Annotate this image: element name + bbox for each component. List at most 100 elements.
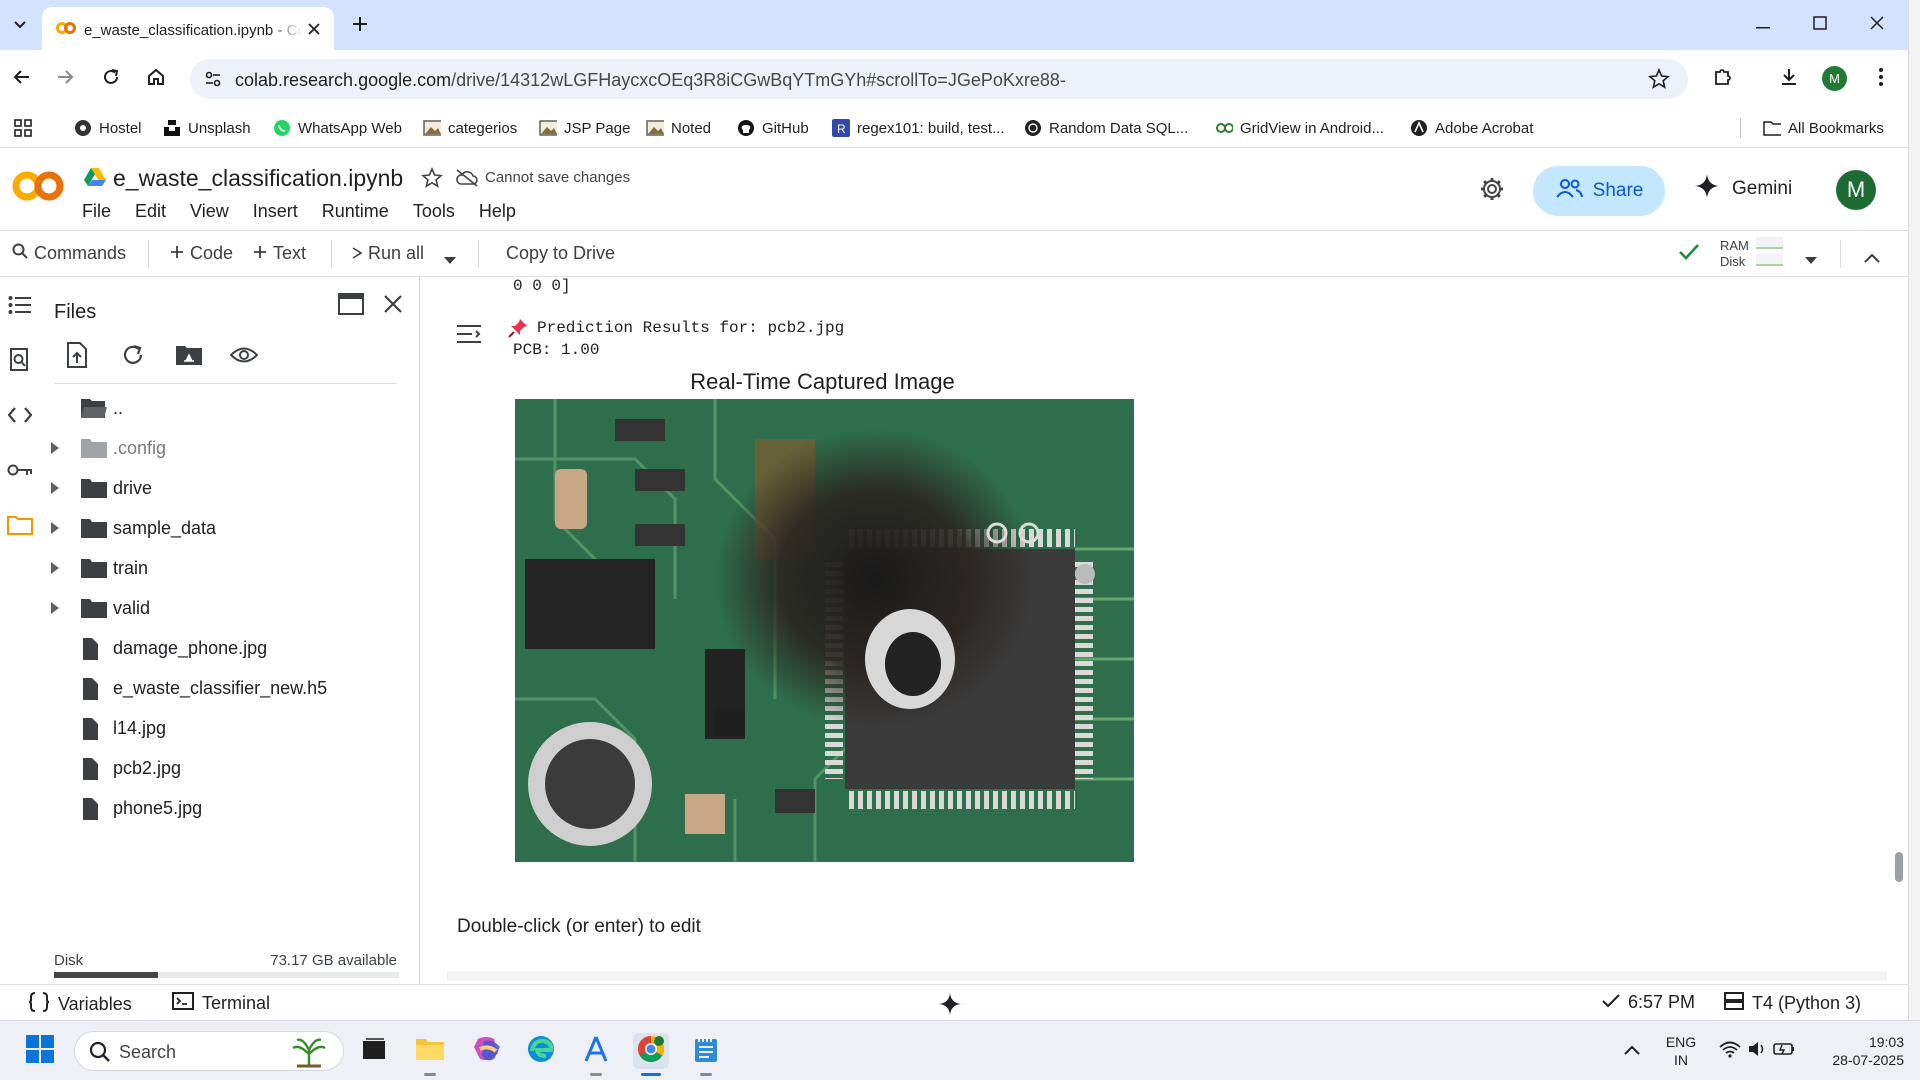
- file-tree-row[interactable]: phone5.jpg: [40, 788, 420, 828]
- output-actions-icon[interactable]: [455, 322, 483, 351]
- browser-tab-active[interactable]: e_waste_classification.ipynb - Colab: [42, 7, 334, 50]
- tray-overflow-button[interactable]: [1614, 1033, 1650, 1069]
- file-tree-row[interactable]: drive: [40, 468, 420, 508]
- last-execution-status[interactable]: 6:57 PM: [1602, 992, 1695, 1013]
- browser-menu-button[interactable]: [1866, 64, 1896, 94]
- site-info-icon[interactable]: [204, 70, 222, 93]
- all-bookmarks-button[interactable]: All Bookmarks: [1763, 116, 1884, 140]
- extensions-button[interactable]: [1708, 64, 1738, 94]
- expand-arrow-icon[interactable]: [50, 601, 60, 619]
- downloads-button[interactable]: [1774, 64, 1804, 94]
- file-tree-row[interactable]: ..: [40, 388, 420, 428]
- find-replace-button[interactable]: [5, 347, 35, 377]
- share-button[interactable]: Share: [1533, 166, 1665, 216]
- notebook-area[interactable]: 0 0 0] Prediction Results for: pcb2.jpg …: [421, 277, 1908, 984]
- save-status-text[interactable]: Cannot save changes: [485, 169, 630, 186]
- add-code-button[interactable]: Code: [170, 243, 233, 264]
- run-all-button[interactable]: Run all: [352, 243, 424, 264]
- resources-dropdown[interactable]: [1805, 249, 1817, 270]
- input-language[interactable]: ENG IN: [1660, 1033, 1702, 1069]
- bookmark-whatsapp[interactable]: WhatsApp Web: [273, 116, 402, 140]
- add-text-button[interactable]: Text: [253, 243, 306, 264]
- menu-file[interactable]: File: [70, 201, 123, 222]
- gemini-status-button[interactable]: [938, 992, 962, 1021]
- taskbar-search-box[interactable]: Search: [74, 1031, 344, 1071]
- menu-help[interactable]: Help: [467, 201, 528, 222]
- bookmark-github[interactable]: GitHub: [737, 116, 809, 140]
- resource-monitor[interactable]: RAM Disk: [1720, 238, 1749, 270]
- expand-arrow-icon[interactable]: [50, 441, 60, 459]
- run-all-dropdown[interactable]: [444, 249, 456, 270]
- copy-to-drive-button[interactable]: Copy to Drive: [506, 243, 615, 264]
- app-store-button[interactable]: [578, 1033, 614, 1069]
- menu-insert[interactable]: Insert: [241, 201, 310, 222]
- collapse-header-button[interactable]: [1864, 247, 1880, 268]
- close-window-button[interactable]: [1857, 10, 1897, 40]
- file-tree-row[interactable]: sample_data: [40, 508, 420, 548]
- start-button[interactable]: [22, 1033, 58, 1069]
- chrome-taskbar-button[interactable]: [633, 1033, 669, 1069]
- commands-button[interactable]: Commands: [12, 243, 126, 264]
- show-hidden-files-button[interactable]: [229, 342, 259, 372]
- expand-arrow-icon[interactable]: [50, 561, 60, 579]
- address-bar[interactable]: colab.research.google.com/drive/14312wLG…: [190, 59, 1688, 99]
- close-tab-icon[interactable]: [304, 19, 324, 39]
- forward-button[interactable]: [48, 62, 82, 96]
- browser-profile-avatar[interactable]: M: [1822, 66, 1847, 91]
- bookmark-noted[interactable]: Noted: [646, 116, 711, 140]
- back-button[interactable]: [5, 62, 39, 96]
- file-tree-row[interactable]: pcb2.jpg: [40, 748, 420, 788]
- gemini-button[interactable]: Gemini: [1694, 173, 1792, 205]
- mount-drive-button[interactable]: [174, 342, 204, 372]
- user-avatar[interactable]: M: [1836, 170, 1876, 210]
- terminal-button[interactable]: Terminal: [172, 992, 270, 1015]
- file-tree-row[interactable]: .config: [40, 428, 420, 468]
- bookmark-random-data-sql[interactable]: Random Data SQL...: [1024, 116, 1188, 140]
- file-explorer-button[interactable]: [412, 1033, 448, 1069]
- bookmark-adobe-acrobat[interactable]: Adobe Acrobat: [1410, 116, 1533, 140]
- home-button[interactable]: [139, 62, 173, 96]
- settings-gear-icon[interactable]: [1478, 175, 1506, 208]
- apps-button[interactable]: [14, 116, 32, 140]
- quick-settings-button[interactable]: [1712, 1033, 1802, 1069]
- bookmark-gridview-android[interactable]: GridView in Android...: [1215, 116, 1384, 140]
- minimize-window-button[interactable]: [1743, 10, 1783, 40]
- star-notebook-icon[interactable]: [421, 166, 443, 194]
- task-view-button[interactable]: [356, 1033, 392, 1069]
- code-snippets-button[interactable]: [5, 402, 35, 432]
- notebook-scrollbar[interactable]: [1895, 852, 1903, 882]
- bookmark-star-icon[interactable]: [1648, 67, 1670, 95]
- bookmark-jsp-page[interactable]: JSP Page: [539, 116, 630, 140]
- bookmark-regex101[interactable]: R regex101: build, test...: [832, 116, 1005, 140]
- bookmark-categerios[interactable]: categerios: [423, 116, 517, 140]
- edge-browser-button[interactable]: [523, 1033, 559, 1069]
- menu-edit[interactable]: Edit: [123, 201, 178, 222]
- google-drive-icon[interactable]: [84, 167, 106, 192]
- notepad-button[interactable]: [688, 1033, 724, 1069]
- markdown-cell-placeholder[interactable]: Double-click (or enter) to edit: [457, 916, 701, 938]
- refresh-files-button[interactable]: [118, 342, 148, 372]
- bookmark-hostel[interactable]: Hostel: [74, 116, 142, 140]
- maximize-window-button[interactable]: [1800, 10, 1840, 40]
- menu-tools[interactable]: Tools: [401, 201, 467, 222]
- close-icon[interactable]: [383, 294, 403, 319]
- connected-check[interactable]: [1678, 243, 1700, 266]
- file-tree-row[interactable]: l14.jpg: [40, 708, 420, 748]
- taskbar-clock[interactable]: 19:03 28-07-2025: [1804, 1033, 1904, 1069]
- runtime-info[interactable]: T4 (Python 3): [1724, 992, 1861, 1015]
- expand-arrow-icon[interactable]: [50, 481, 60, 499]
- file-tree-row[interactable]: valid: [40, 588, 420, 628]
- variables-button[interactable]: Variables: [28, 992, 132, 1017]
- bookmark-unsplash[interactable]: Unsplash: [163, 116, 251, 140]
- expand-arrow-icon[interactable]: [50, 521, 60, 539]
- reload-button[interactable]: [94, 62, 128, 96]
- secrets-button[interactable]: [5, 457, 35, 487]
- open-in-tab-icon[interactable]: [338, 293, 364, 320]
- colab-logo-icon[interactable]: [12, 167, 64, 210]
- menu-view[interactable]: View: [178, 201, 241, 222]
- new-tab-button[interactable]: [346, 12, 374, 40]
- upload-file-button[interactable]: [62, 341, 92, 372]
- menu-runtime[interactable]: Runtime: [310, 201, 401, 222]
- copilot-button[interactable]: [469, 1033, 505, 1069]
- files-button[interactable]: [5, 512, 35, 542]
